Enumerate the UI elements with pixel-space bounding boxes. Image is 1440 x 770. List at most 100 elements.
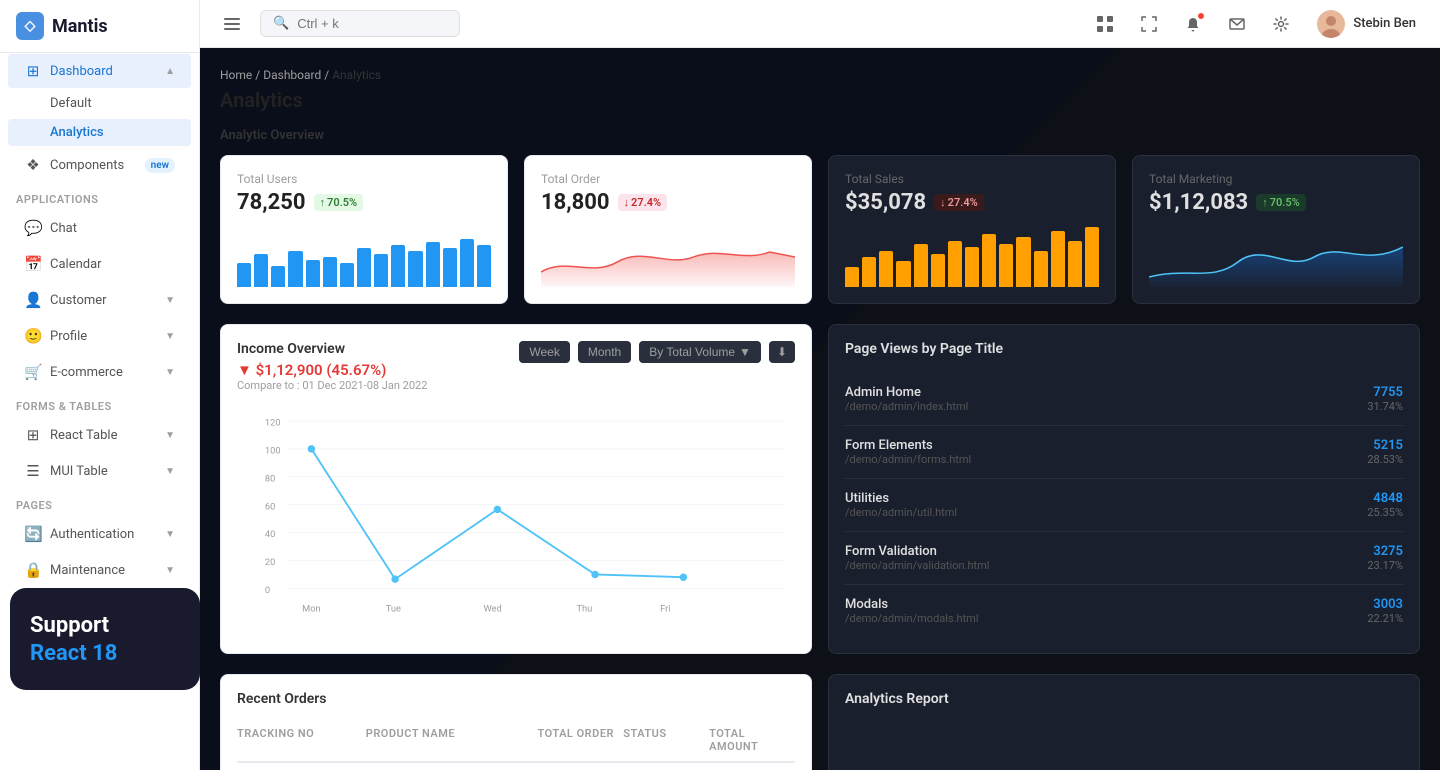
bar-gold (1068, 241, 1082, 287)
sidebar-chat-label: Chat (50, 221, 77, 236)
page-views-card: Page Views by Page Title Admin Home /dem… (828, 324, 1420, 654)
pv-name: Modals (845, 597, 979, 612)
sidebar: ◇ Mantis ⊞ Dashboard ▲ Default Analytics… (0, 0, 200, 770)
new-badge: new (145, 158, 175, 173)
week-button[interactable]: Week (519, 341, 569, 363)
sidebar-dashboard-label: Dashboard (50, 64, 113, 79)
sidebar-item-mui-table[interactable]: ☰ MUI Table ▼ (8, 454, 191, 488)
area-chart-order (541, 227, 795, 287)
stat-badge-sales: ↓ 27.4% (934, 194, 984, 211)
stat-value-row-users: 78,250 ↑ 70.5% (237, 190, 491, 215)
pv-left: Admin Home /demo/admin/index.html (845, 385, 968, 413)
sidebar-customer-label: Customer (50, 293, 107, 308)
bar-gold (1051, 231, 1065, 287)
sidebar-item-maintenance[interactable]: 🔒 Maintenance ▼ (8, 553, 191, 587)
pv-pct: 28.53% (1367, 453, 1403, 466)
svg-text:40: 40 (265, 529, 275, 540)
components-icon: ❖ (24, 156, 42, 174)
logo-icon: ◇ (16, 12, 44, 40)
bar-gold (1085, 227, 1099, 287)
sidebar-logo[interactable]: ◇ Mantis (0, 0, 199, 53)
pv-pct: 23.17% (1367, 559, 1403, 572)
pv-right: 4848 25.35% (1367, 491, 1403, 519)
support-popup-react: React 18 (30, 641, 180, 666)
svg-text:Wed: Wed (483, 604, 501, 615)
stat-value-users: 78,250 (237, 190, 306, 215)
pv-list-item: Form Elements /demo/admin/forms.html 521… (845, 426, 1403, 479)
apps-icon-button[interactable] (1089, 8, 1121, 40)
sidebar-mui-table-label: MUI Table (50, 464, 108, 479)
profile-icon: 🙂 (24, 327, 42, 345)
sidebar-sub-analytics[interactable]: Analytics (8, 119, 191, 146)
pv-list-item: Form Validation /demo/admin/validation.h… (845, 532, 1403, 585)
bar (460, 239, 474, 287)
topbar: 🔍 (200, 0, 1440, 48)
breadcrumb-current: Analytics (332, 68, 381, 82)
bar (443, 248, 457, 287)
th-status: Status (623, 727, 709, 753)
stat-label-sales: Total Sales (845, 172, 1099, 186)
pv-url: /demo/admin/modals.html (845, 612, 979, 625)
bar-gold (948, 241, 962, 287)
pv-name: Admin Home (845, 385, 968, 400)
sidebar-item-authentication[interactable]: 🔄 Authentication ▼ (8, 517, 191, 551)
chevron-down-icon-5: ▼ (165, 466, 175, 477)
bar-gold (914, 244, 928, 287)
stat-badge-users: ↑ 70.5% (314, 194, 364, 211)
volume-button[interactable]: By Total Volume ▼ (639, 341, 761, 363)
pv-count: 7755 (1367, 385, 1403, 400)
fullscreen-icon-button[interactable] (1133, 8, 1165, 40)
sidebar-item-components[interactable]: ❖ Components new (8, 148, 191, 182)
pv-name: Form Validation (845, 544, 989, 559)
up-arrow-icon: ↑ (320, 196, 326, 209)
bar (271, 266, 285, 287)
sidebar-item-react-table[interactable]: ⊞ React Table ▼ (8, 418, 191, 452)
download-button[interactable]: ⬇ (769, 341, 795, 363)
bar (477, 245, 491, 287)
bar (408, 251, 422, 287)
chevron-down-icon-4: ▼ (165, 430, 175, 441)
down-arrow-icon-2: ↓ (940, 196, 946, 209)
stat-value-sales: $35,078 (845, 190, 926, 215)
search-input[interactable] (297, 16, 437, 31)
bar-gold (931, 254, 945, 287)
pv-pct: 22.21% (1367, 612, 1403, 625)
pv-right: 3275 23.17% (1367, 544, 1403, 572)
settings-icon-button[interactable] (1265, 8, 1297, 40)
analytic-overview-title: Analytic Overview (220, 128, 1420, 143)
sidebar-item-chat[interactable]: 💬 Chat (8, 211, 191, 245)
recent-orders-title: Recent Orders (237, 691, 795, 707)
up-arrow-icon-2: ↑ (1262, 196, 1268, 209)
maintenance-icon: 🔒 (24, 561, 42, 579)
bar (288, 251, 302, 287)
topbar-right: Stebin Ben (1089, 6, 1424, 42)
sidebar-item-customer[interactable]: 👤 Customer ▼ (8, 283, 191, 317)
month-button[interactable]: Month (578, 341, 631, 363)
user-chip[interactable]: Stebin Ben (1309, 6, 1424, 42)
bar (254, 254, 268, 287)
chevron-down-icon-7: ▼ (165, 565, 175, 576)
sidebar-item-dashboard[interactable]: ⊞ Dashboard ▲ (8, 54, 191, 88)
sidebar-react-table-label: React Table (50, 428, 117, 443)
menu-toggle-button[interactable] (216, 8, 248, 40)
recent-orders-card: Recent Orders Tracking No Product Name T… (220, 674, 812, 770)
search-box[interactable]: 🔍 (260, 10, 460, 37)
stat-badge-marketing: ↑ 70.5% (1256, 194, 1306, 211)
notifications-icon-button[interactable] (1177, 8, 1209, 40)
breadcrumb: Home / Dashboard / Analytics (220, 68, 1420, 82)
logo-text: Mantis (52, 16, 108, 37)
income-amount-value: ▼ $1,12,900 (45.67%) (237, 361, 386, 379)
chevron-down-icon-2: ▼ (165, 331, 175, 342)
breadcrumb-dashboard[interactable]: Dashboard (263, 68, 321, 82)
stat-label-users: Total Users (237, 172, 491, 186)
sidebar-item-ecommerce[interactable]: 🛒 E-commerce ▼ (8, 355, 191, 389)
sidebar-sub-default[interactable]: Default (8, 90, 191, 117)
mail-icon-button[interactable] (1221, 8, 1253, 40)
bar-gold (1034, 251, 1048, 287)
support-popup: Support React 18 (10, 588, 200, 690)
sidebar-item-profile[interactable]: 🙂 Profile ▼ (8, 319, 191, 353)
sidebar-item-calendar[interactable]: 📅 Calendar (8, 247, 191, 281)
stat-value-row-sales: $35,078 ↓ 27.4% (845, 190, 1099, 215)
income-amount: ▼ $1,12,900 (45.67%) (237, 361, 427, 379)
breadcrumb-home[interactable]: Home (220, 68, 252, 82)
